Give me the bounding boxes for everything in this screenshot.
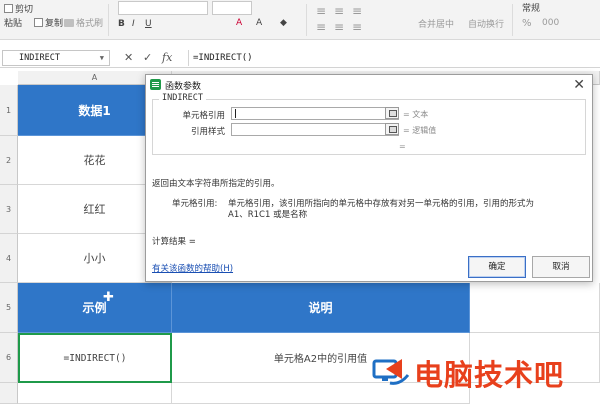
- paste-button[interactable]: 粘贴: [4, 16, 22, 29]
- number-format-label: 常规: [522, 4, 541, 14]
- ribbon-toolbar: 剪切 粘贴 复制 格式刷 B I U A A ◆ ≡ ≡ ≡ ≡ ≡ ≡ 合并居…: [0, 0, 600, 40]
- row-header-5[interactable]: 5: [0, 283, 18, 333]
- fx-button[interactable]: fx: [162, 51, 172, 65]
- row-header-3[interactable]: 3: [0, 185, 18, 234]
- percent-button[interactable]: %: [522, 18, 532, 29]
- arg1-label: 单元格引用: [182, 111, 225, 121]
- italic-button[interactable]: I: [132, 19, 135, 29]
- argument-group: INDIRECT 单元格引用 = 文本 引用样式 = 逻辑值 =: [152, 93, 586, 155]
- format-painter-button[interactable]: 格式刷: [64, 16, 103, 29]
- name-box-value: INDIRECT: [19, 53, 60, 63]
- formula-input[interactable]: =INDIRECT(): [188, 50, 596, 66]
- cancel-button[interactable]: 取消: [532, 256, 590, 278]
- align-right-button[interactable]: ≡: [352, 20, 362, 34]
- arg1-result: = 文本: [403, 110, 429, 119]
- dialog-title: 函数参数: [165, 82, 202, 92]
- row-header-1[interactable]: 1: [0, 85, 18, 136]
- function-arguments-dialog: 函数参数 ✕ INDIRECT 单元格引用 = 文本 引用样式 = 逻辑值 = …: [145, 74, 593, 282]
- bold-button[interactable]: B: [118, 19, 125, 29]
- font-color-button[interactable]: A: [236, 18, 242, 28]
- name-box[interactable]: INDIRECT ▼: [2, 50, 110, 66]
- watermark-text: 电脑技术吧: [414, 358, 565, 392]
- ribbon-divider: [108, 4, 109, 36]
- arg2-result: = 逻辑值: [403, 126, 437, 135]
- text-caret: [235, 109, 236, 118]
- function-name: INDIRECT: [159, 93, 206, 103]
- brush-icon: [64, 18, 74, 27]
- arg-desc-label: 单元格引用:: [172, 199, 218, 209]
- result-equals: =: [399, 142, 406, 151]
- row-header-2[interactable]: 2: [0, 136, 18, 185]
- paste-label: 粘贴: [4, 19, 23, 29]
- help-link[interactable]: 有关该函数的帮助(H): [152, 262, 233, 274]
- arg-desc-line2: A1、R1C1 或是名称: [228, 210, 308, 220]
- arg2-label: 引用样式: [190, 127, 225, 137]
- align-bottom-button[interactable]: ≡: [352, 4, 362, 18]
- watermark: 电脑技术吧: [372, 350, 598, 400]
- font-name-select[interactable]: [118, 1, 208, 15]
- merge-center-label: 合并居中: [418, 20, 455, 30]
- align-center-button[interactable]: ≡: [334, 20, 344, 34]
- wrap-text-label: 自动换行: [468, 20, 505, 30]
- cell-b5[interactable]: 说明: [172, 283, 470, 333]
- ribbon-divider: [512, 4, 513, 36]
- font-size-select[interactable]: [212, 1, 252, 15]
- formula-bar: INDIRECT ▼ ✕ ✓ fx =INDIRECT(): [0, 48, 600, 68]
- percent-label: %: [522, 18, 532, 29]
- dialog-titlebar[interactable]: 函数参数 ✕: [146, 75, 592, 95]
- fill-color-button[interactable]: A: [256, 18, 262, 28]
- spreadsheet-app-icon: [150, 79, 161, 90]
- arg-desc-line1: 单元格引用，该引用所指向的单元格中存放有对另一单元格的引用，引用的形式为: [228, 199, 535, 209]
- check-icon[interactable]: ✓: [143, 51, 152, 65]
- thousands-label: 000: [542, 18, 560, 28]
- range-select-icon[interactable]: [385, 107, 399, 119]
- wrap-text-button[interactable]: 自动换行: [468, 17, 504, 30]
- close-icon[interactable]: ✕: [124, 51, 133, 65]
- align-middle-button[interactable]: ≡: [334, 4, 344, 18]
- move-cursor-icon: ✚: [103, 290, 114, 305]
- number-format-select[interactable]: 常规: [522, 1, 540, 14]
- scissors-icon: [4, 4, 13, 13]
- ok-button[interactable]: 确定: [468, 256, 526, 278]
- copy-button[interactable]: 复制: [34, 16, 63, 29]
- arg1-input[interactable]: [231, 107, 399, 120]
- row-header-6[interactable]: 6: [0, 333, 18, 383]
- row-header-4[interactable]: 4: [0, 234, 18, 283]
- close-icon[interactable]: ✕: [573, 76, 585, 94]
- range-select-icon[interactable]: [385, 123, 399, 135]
- computer-monitor-icon: [372, 359, 410, 385]
- eraser-icon: ◆: [280, 18, 287, 28]
- cell-c5[interactable]: [470, 283, 600, 333]
- cell-a7[interactable]: [18, 383, 172, 404]
- chevron-down-icon[interactable]: ▼: [100, 51, 104, 65]
- cell-a5[interactable]: 示例: [18, 283, 172, 333]
- copy-label: 复制: [45, 19, 64, 29]
- format-painter-label: 格式刷: [76, 19, 104, 29]
- cut-label: 剪切: [15, 5, 34, 15]
- ribbon-divider: [306, 4, 307, 36]
- cell-a6-active[interactable]: =INDIRECT(): [18, 333, 172, 383]
- arg2-input[interactable]: [231, 123, 399, 136]
- merge-center-button[interactable]: 合并居中: [418, 17, 454, 30]
- calc-result: 计算结果 =: [152, 237, 196, 247]
- clear-format-button[interactable]: ◆: [280, 18, 287, 28]
- align-top-button[interactable]: ≡: [316, 4, 326, 18]
- underline-button[interactable]: U: [145, 19, 152, 29]
- align-left-button[interactable]: ≡: [316, 20, 326, 34]
- copy-icon: [34, 18, 43, 27]
- cut-button[interactable]: 剪切: [4, 2, 33, 15]
- function-summary: 返回由文本字符串所指定的引用。: [152, 179, 280, 189]
- thousands-button[interactable]: 000: [542, 18, 559, 28]
- row-header-7[interactable]: [0, 383, 18, 404]
